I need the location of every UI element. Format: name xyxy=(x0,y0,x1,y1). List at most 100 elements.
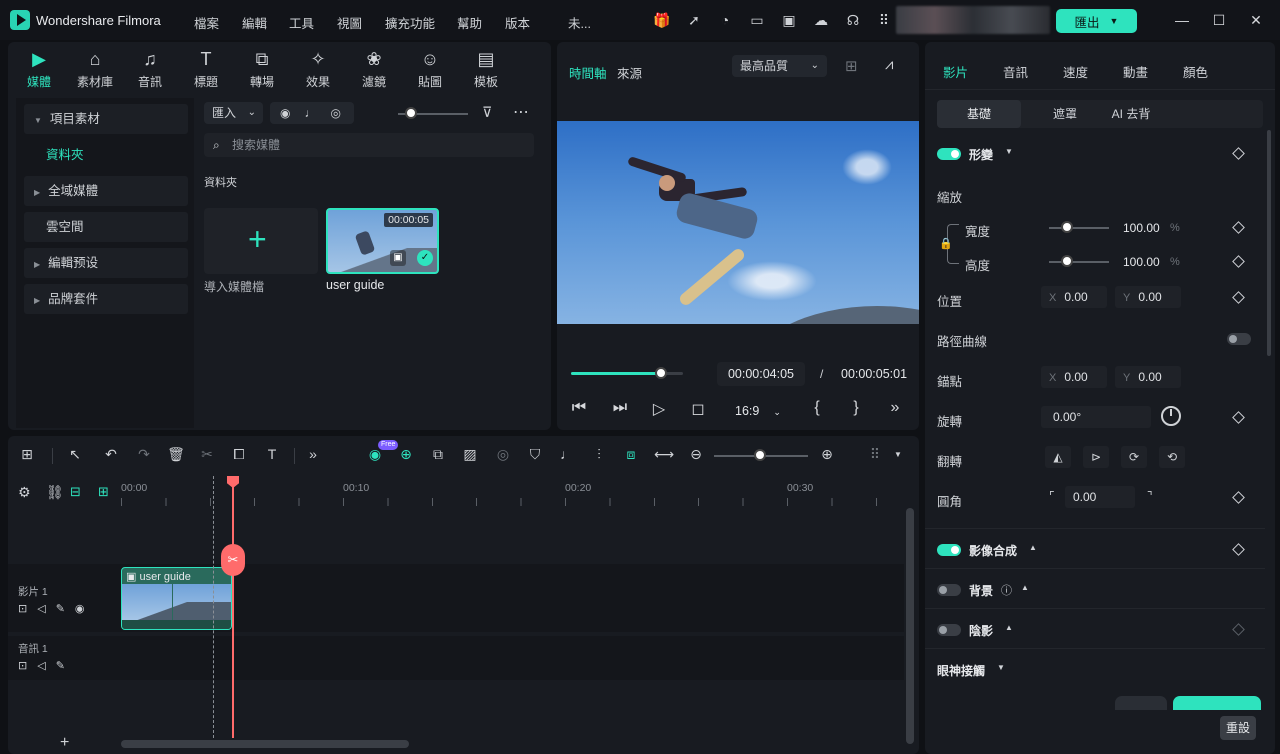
tab-stickers[interactable]: ☺ 貼圖 xyxy=(407,48,453,92)
text-tool-icon[interactable]: T xyxy=(263,446,281,462)
width-slider-knob[interactable] xyxy=(1061,221,1073,233)
aspect-ratio-dropdown[interactable]: 16:9 ⌄ xyxy=(729,400,789,422)
caret-up-icon[interactable]: ▲ xyxy=(1029,543,1037,552)
height-slider-knob[interactable] xyxy=(1061,255,1073,267)
tab-effects[interactable]: ✧ 效果 xyxy=(295,48,341,92)
gift-icon[interactable]: 🎁 xyxy=(653,12,670,28)
rotate-right-icon[interactable]: ⟳ xyxy=(1121,446,1147,468)
speed-ramp-icon[interactable]: ◎ xyxy=(494,446,512,463)
delete-icon[interactable]: 🗑 xyxy=(167,446,185,463)
zoom-in-icon[interactable]: ⊕ xyxy=(818,446,836,463)
fit-timeline-icon[interactable]: ⟷ xyxy=(654,446,674,463)
split-icon[interactable]: ✂ xyxy=(198,446,216,463)
keyframe-icon[interactable] xyxy=(1232,623,1245,636)
keyframe-icon[interactable] xyxy=(1232,411,1245,424)
current-time[interactable]: 00:00:04:05 xyxy=(717,362,805,386)
width-value[interactable]: 100.00 xyxy=(1123,221,1160,235)
history-icon[interactable]: ◔ xyxy=(717,12,733,28)
microphone-icon[interactable]: ♩ xyxy=(558,446,576,462)
minimize-icon[interactable]: — xyxy=(1172,10,1192,30)
scissor-icon[interactable]: ✂ xyxy=(221,544,245,576)
record-screen-icon[interactable]: ◉ xyxy=(280,106,304,120)
menu-view[interactable]: 視圖 xyxy=(337,13,362,32)
help-icon[interactable]: ⓘ xyxy=(1001,582,1012,598)
export-button[interactable]: 匯出 ▼ xyxy=(1056,9,1137,33)
export-clip-icon[interactable]: ⧉ xyxy=(429,446,447,463)
redo-icon[interactable]: ↷ xyxy=(135,446,153,463)
corner-field[interactable]: 0.00 xyxy=(1065,486,1135,508)
tab-stock[interactable]: ⌂ 素材庫 xyxy=(72,48,118,92)
tab-source-preview[interactable]: 來源 xyxy=(617,63,642,82)
tab-audio[interactable]: ♫ 音訊 xyxy=(127,48,173,92)
sidebar-item-cloud[interactable]: 雲空間 xyxy=(24,212,188,242)
caret-up-icon[interactable]: ▲ xyxy=(1005,623,1013,632)
speaker-icon[interactable]: ◁ xyxy=(37,660,55,672)
eye-contact-option[interactable] xyxy=(1115,696,1167,710)
sidebar-item-project-media[interactable]: ▼ 項目素材 xyxy=(24,104,188,134)
stop-icon[interactable]: ◻ xyxy=(688,399,708,419)
eye-contact-apply[interactable] xyxy=(1173,696,1261,710)
sidebar-item-global-media[interactable]: ▶ 全域媒體 xyxy=(24,176,188,206)
thumbnail-size-knob[interactable] xyxy=(405,107,417,119)
playhead-knob[interactable] xyxy=(654,367,667,379)
rotate-field[interactable]: 0.00° xyxy=(1041,406,1151,428)
shield-icon[interactable]: ⛉ xyxy=(526,446,544,463)
magic-icon[interactable]: ✎ xyxy=(56,603,75,615)
sidebar-item-folder[interactable]: 資料夾 xyxy=(24,140,188,170)
more-options-icon[interactable]: ⋯ xyxy=(513,102,529,122)
composite-toggle[interactable] xyxy=(937,544,961,556)
cloud-upload-icon[interactable]: ☁ xyxy=(813,12,829,28)
horizontal-scrollbar[interactable] xyxy=(121,740,409,748)
crop-icon[interactable]: ⧠ xyxy=(230,446,248,463)
layout-icon[interactable]: ▭ xyxy=(749,12,765,28)
maximize-icon[interactable]: ☐ xyxy=(1209,10,1229,30)
tab-filters[interactable]: ❀ 濾鏡 xyxy=(351,48,397,92)
speaker-icon[interactable]: ◁ xyxy=(37,603,55,615)
save-icon[interactable]: ▣ xyxy=(781,12,797,28)
menu-file[interactable]: 檔案 xyxy=(194,13,219,32)
tab-transitions[interactable]: ⧉ 轉場 xyxy=(239,48,285,92)
background-toggle[interactable] xyxy=(937,584,961,596)
video-preview[interactable] xyxy=(557,121,919,324)
prop-tab-animation[interactable]: 動畫 xyxy=(1123,62,1148,81)
grid-view-icon[interactable]: ⊞ xyxy=(845,57,858,75)
chevron-down-icon[interactable]: ▼ xyxy=(894,450,902,459)
prop-tab-speed[interactable]: 速度 xyxy=(1063,62,1088,81)
image-edit-icon[interactable]: ▨ xyxy=(461,446,479,463)
audio-track-1[interactable] xyxy=(8,636,904,680)
path-curve-toggle[interactable] xyxy=(1227,333,1251,345)
rotate-left-icon[interactable]: ⟲ xyxy=(1159,446,1185,468)
keyframe-icon[interactable] xyxy=(1232,221,1245,234)
vertical-scrollbar[interactable] xyxy=(906,508,914,744)
import-media-card[interactable]: + xyxy=(204,208,318,274)
reset-button[interactable]: 重設 xyxy=(1220,716,1256,740)
menu-tools[interactable]: 工具 xyxy=(289,13,314,32)
menu-extensions[interactable]: 擴充功能 xyxy=(385,13,435,32)
zoom-slider-knob[interactable] xyxy=(754,449,766,461)
flip-horizontal-icon[interactable]: ◭ xyxy=(1045,446,1071,468)
sidebar-item-brand-kit[interactable]: ▶ 品牌套件 xyxy=(24,284,188,314)
import-dropdown[interactable]: 匯入 ⌄ xyxy=(204,102,263,124)
filter-sort-icon[interactable]: ⊽ xyxy=(482,104,492,121)
more-tools-icon[interactable]: » xyxy=(304,446,322,462)
lock-icon[interactable]: ⊡ xyxy=(18,603,37,615)
keyframe-icon[interactable] xyxy=(1232,291,1245,304)
properties-scrollbar[interactable] xyxy=(1267,130,1271,356)
prop-tab-color[interactable]: 顏色 xyxy=(1183,62,1208,81)
snap-icon[interactable]: ⊕ xyxy=(397,446,415,463)
transform-toggle[interactable] xyxy=(937,148,961,160)
height-value[interactable]: 100.00 xyxy=(1123,255,1160,269)
menu-edit[interactable]: 編輯 xyxy=(242,13,267,32)
menu-help[interactable]: 幫助 xyxy=(457,13,482,32)
magic-icon[interactable]: ✎ xyxy=(56,660,75,672)
tab-media[interactable]: ▶ 媒體 xyxy=(16,48,62,92)
rotate-dial-icon[interactable] xyxy=(1161,406,1181,426)
tab-timeline-preview[interactable]: 時間軸 xyxy=(569,63,607,82)
microphone-icon[interactable]: ♩ xyxy=(304,106,330,120)
playhead-handle[interactable] xyxy=(227,476,239,488)
webcam-icon[interactable]: ◎ xyxy=(330,106,354,120)
previous-frame-icon[interactable]: ⏮ xyxy=(569,399,589,417)
lock-icon[interactable]: ⊡ xyxy=(18,660,37,672)
flip-vertical-icon[interactable]: ⊳ xyxy=(1083,446,1109,468)
link-icon[interactable]: ⊟ xyxy=(70,484,81,500)
